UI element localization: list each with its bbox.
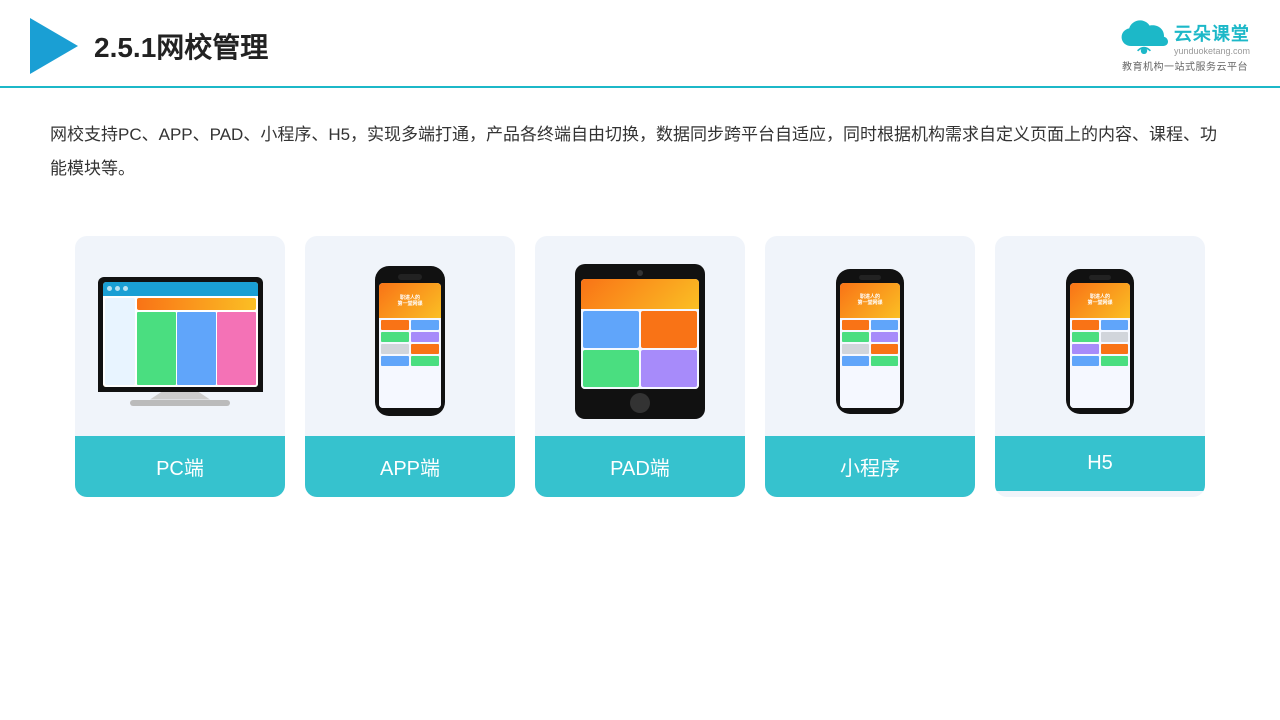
wechat-device: 职进人的第一堂网课 [836,269,904,414]
page-header: 2.5.1网校管理 云朵课堂 yunduoketang.com 教育机构一站式服… [0,0,1280,88]
brand-logo: 云朵课堂 yunduoketang.com 教育机构一站式服务云平台 [1120,20,1250,73]
cloud-svg-icon [1120,20,1168,56]
pad-image-area [535,236,745,436]
card-app: 职进人的第一堂网课 [305,236,515,497]
miniprogram-label: 小程序 [765,436,975,497]
brand-name: 云朵课堂 yunduoketang.com [1174,20,1250,56]
cloud-logo: 云朵课堂 yunduoketang.com [1120,20,1250,56]
pc-screen-inner [103,282,258,387]
pc-screen-outer [98,277,263,392]
pad-label: PAD端 [535,436,745,497]
description-text: 网校支持PC、APP、PAD、小程序、H5，实现多端打通，产品各终端自由切换，数… [0,88,1280,206]
card-h5: 职进人的第一堂网课 [995,236,1205,497]
app-image-area: 职进人的第一堂网课 [305,236,515,436]
brand-slogan: 教育机构一站式服务云平台 [1122,58,1248,73]
card-pc: PC端 [75,236,285,497]
h5-image-area: 职进人的第一堂网课 [995,236,1205,436]
tablet-device [575,264,705,419]
page-title: 2.5.1网校管理 [94,26,268,66]
miniprogram-image-area: 职进人的第一堂网课 [765,236,975,436]
pc-label: PC端 [75,436,285,497]
mobile-device: 职进人的第一堂网课 [375,266,445,416]
header-left: 2.5.1网校管理 [30,18,268,74]
pc-device [93,277,268,406]
card-miniprogram: 职进人的第一堂网课 [765,236,975,497]
h5-device: 职进人的第一堂网课 [1066,269,1134,414]
card-pad: PAD端 [535,236,745,497]
h5-label: H5 [995,436,1205,491]
device-cards: PC端 职进人的第一堂网课 [0,216,1280,517]
pc-image-area [75,236,285,436]
play-icon [30,18,78,74]
app-label: APP端 [305,436,515,497]
